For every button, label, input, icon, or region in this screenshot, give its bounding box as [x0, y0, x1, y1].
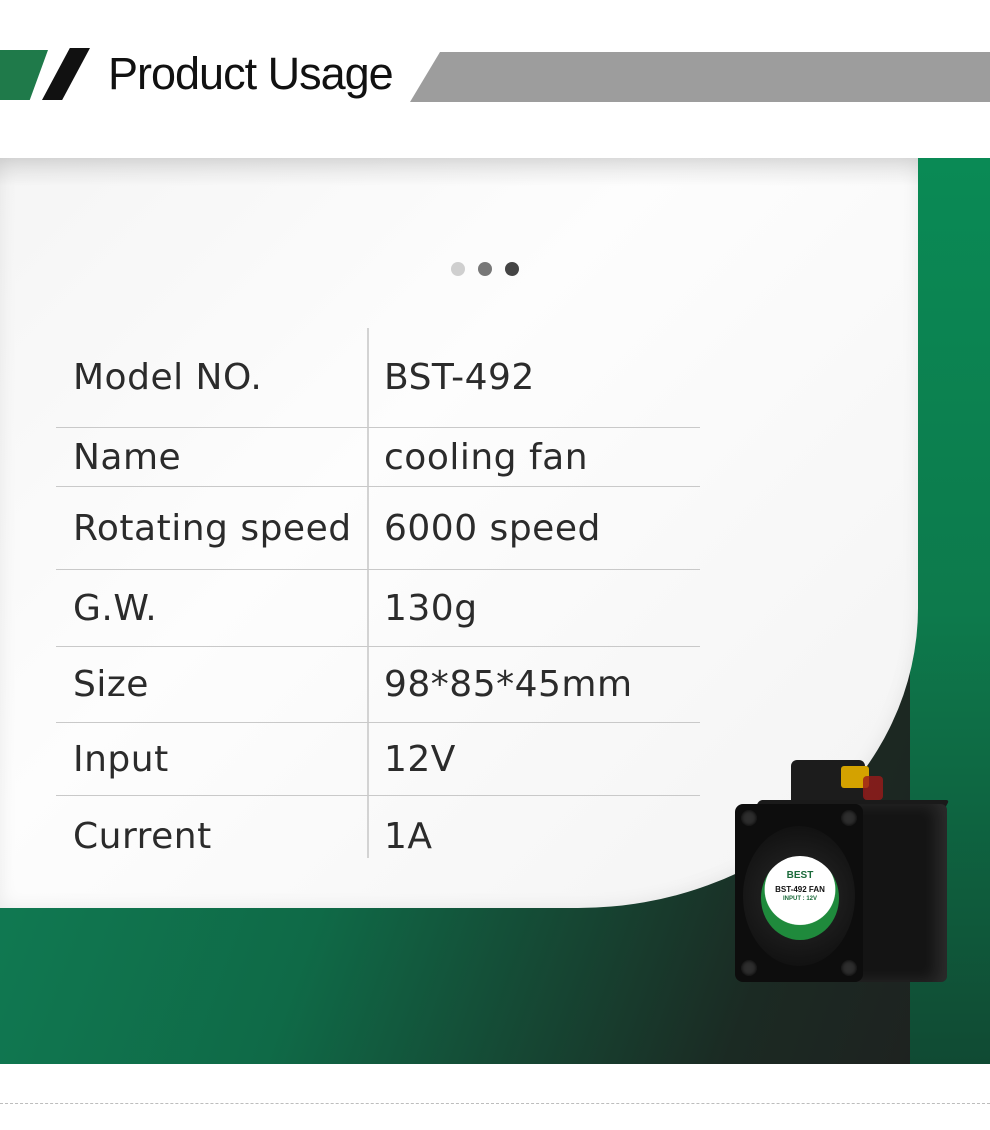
fan-screw-hole: [741, 960, 757, 976]
fan-screw-hole: [741, 810, 757, 826]
header-accent-slash: [42, 48, 90, 100]
spec-value: 12V: [384, 738, 456, 780]
carousel-dot-1[interactable]: [451, 262, 465, 276]
fan-input-text: INPUT : 12V: [782, 896, 817, 902]
panel-top-shadow: [0, 158, 918, 186]
spec-row-model: Model NO. BST-492: [56, 328, 700, 428]
spec-label: Input: [73, 738, 169, 780]
spec-row-size: Size 98*85*45mm: [56, 647, 700, 723]
product-image-fan: BEST BST-492 FAN INPUT : 12V MADE IN CHI…: [735, 760, 950, 982]
spec-row-input: Input 12V: [56, 723, 700, 796]
spec-row-current: Current 1A: [56, 796, 700, 876]
spec-value: 130g: [384, 587, 478, 629]
spec-value: BST-492: [384, 357, 535, 398]
carousel-dot-3[interactable]: [505, 262, 519, 276]
fan-sticker: BEST BST-492 FAN INPUT : 12V MADE IN CHI…: [761, 856, 839, 940]
spec-value: cooling fan: [384, 436, 589, 478]
spec-row-name: Name cooling fan: [56, 428, 700, 487]
fan-wire: [863, 776, 883, 800]
spec-value: 98*85*45mm: [384, 664, 633, 705]
spec-label: Rotating speed: [73, 507, 352, 549]
fan-model-text: BST-492 FAN: [775, 885, 825, 894]
fan-side-face: [853, 804, 947, 982]
spec-label: Name: [73, 436, 182, 478]
spec-row-gross-weight: G.W. 130g: [56, 570, 700, 647]
bottom-divider: [0, 1103, 990, 1104]
fan-origin-text: MADE IN CHINA: [781, 911, 819, 917]
fan-screw-hole: [841, 810, 857, 826]
spec-label: Current: [73, 815, 212, 857]
spec-row-rotating-speed: Rotating speed 6000 speed: [56, 487, 700, 570]
carousel-dot-2[interactable]: [478, 262, 492, 276]
spec-label: G.W.: [73, 587, 158, 629]
spec-value: 1A: [384, 815, 433, 857]
spec-label: Size: [73, 664, 149, 705]
section-header: Product Usage: [0, 0, 990, 150]
carousel-dots: [451, 262, 519, 276]
header-accent-green: [0, 50, 48, 100]
section-title: Product Usage: [108, 48, 394, 99]
spec-value: 6000 speed: [384, 507, 601, 549]
spec-label: Model NO.: [73, 357, 263, 398]
header-gray-bar: [410, 52, 990, 102]
fan-brand-logo: BEST: [786, 870, 814, 881]
fan-front-face: BEST BST-492 FAN INPUT : 12V MADE IN CHI…: [735, 804, 863, 982]
fan-screw-hole: [841, 960, 857, 976]
spec-table: Model NO. BST-492 Name cooling fan Rotat…: [56, 328, 700, 876]
